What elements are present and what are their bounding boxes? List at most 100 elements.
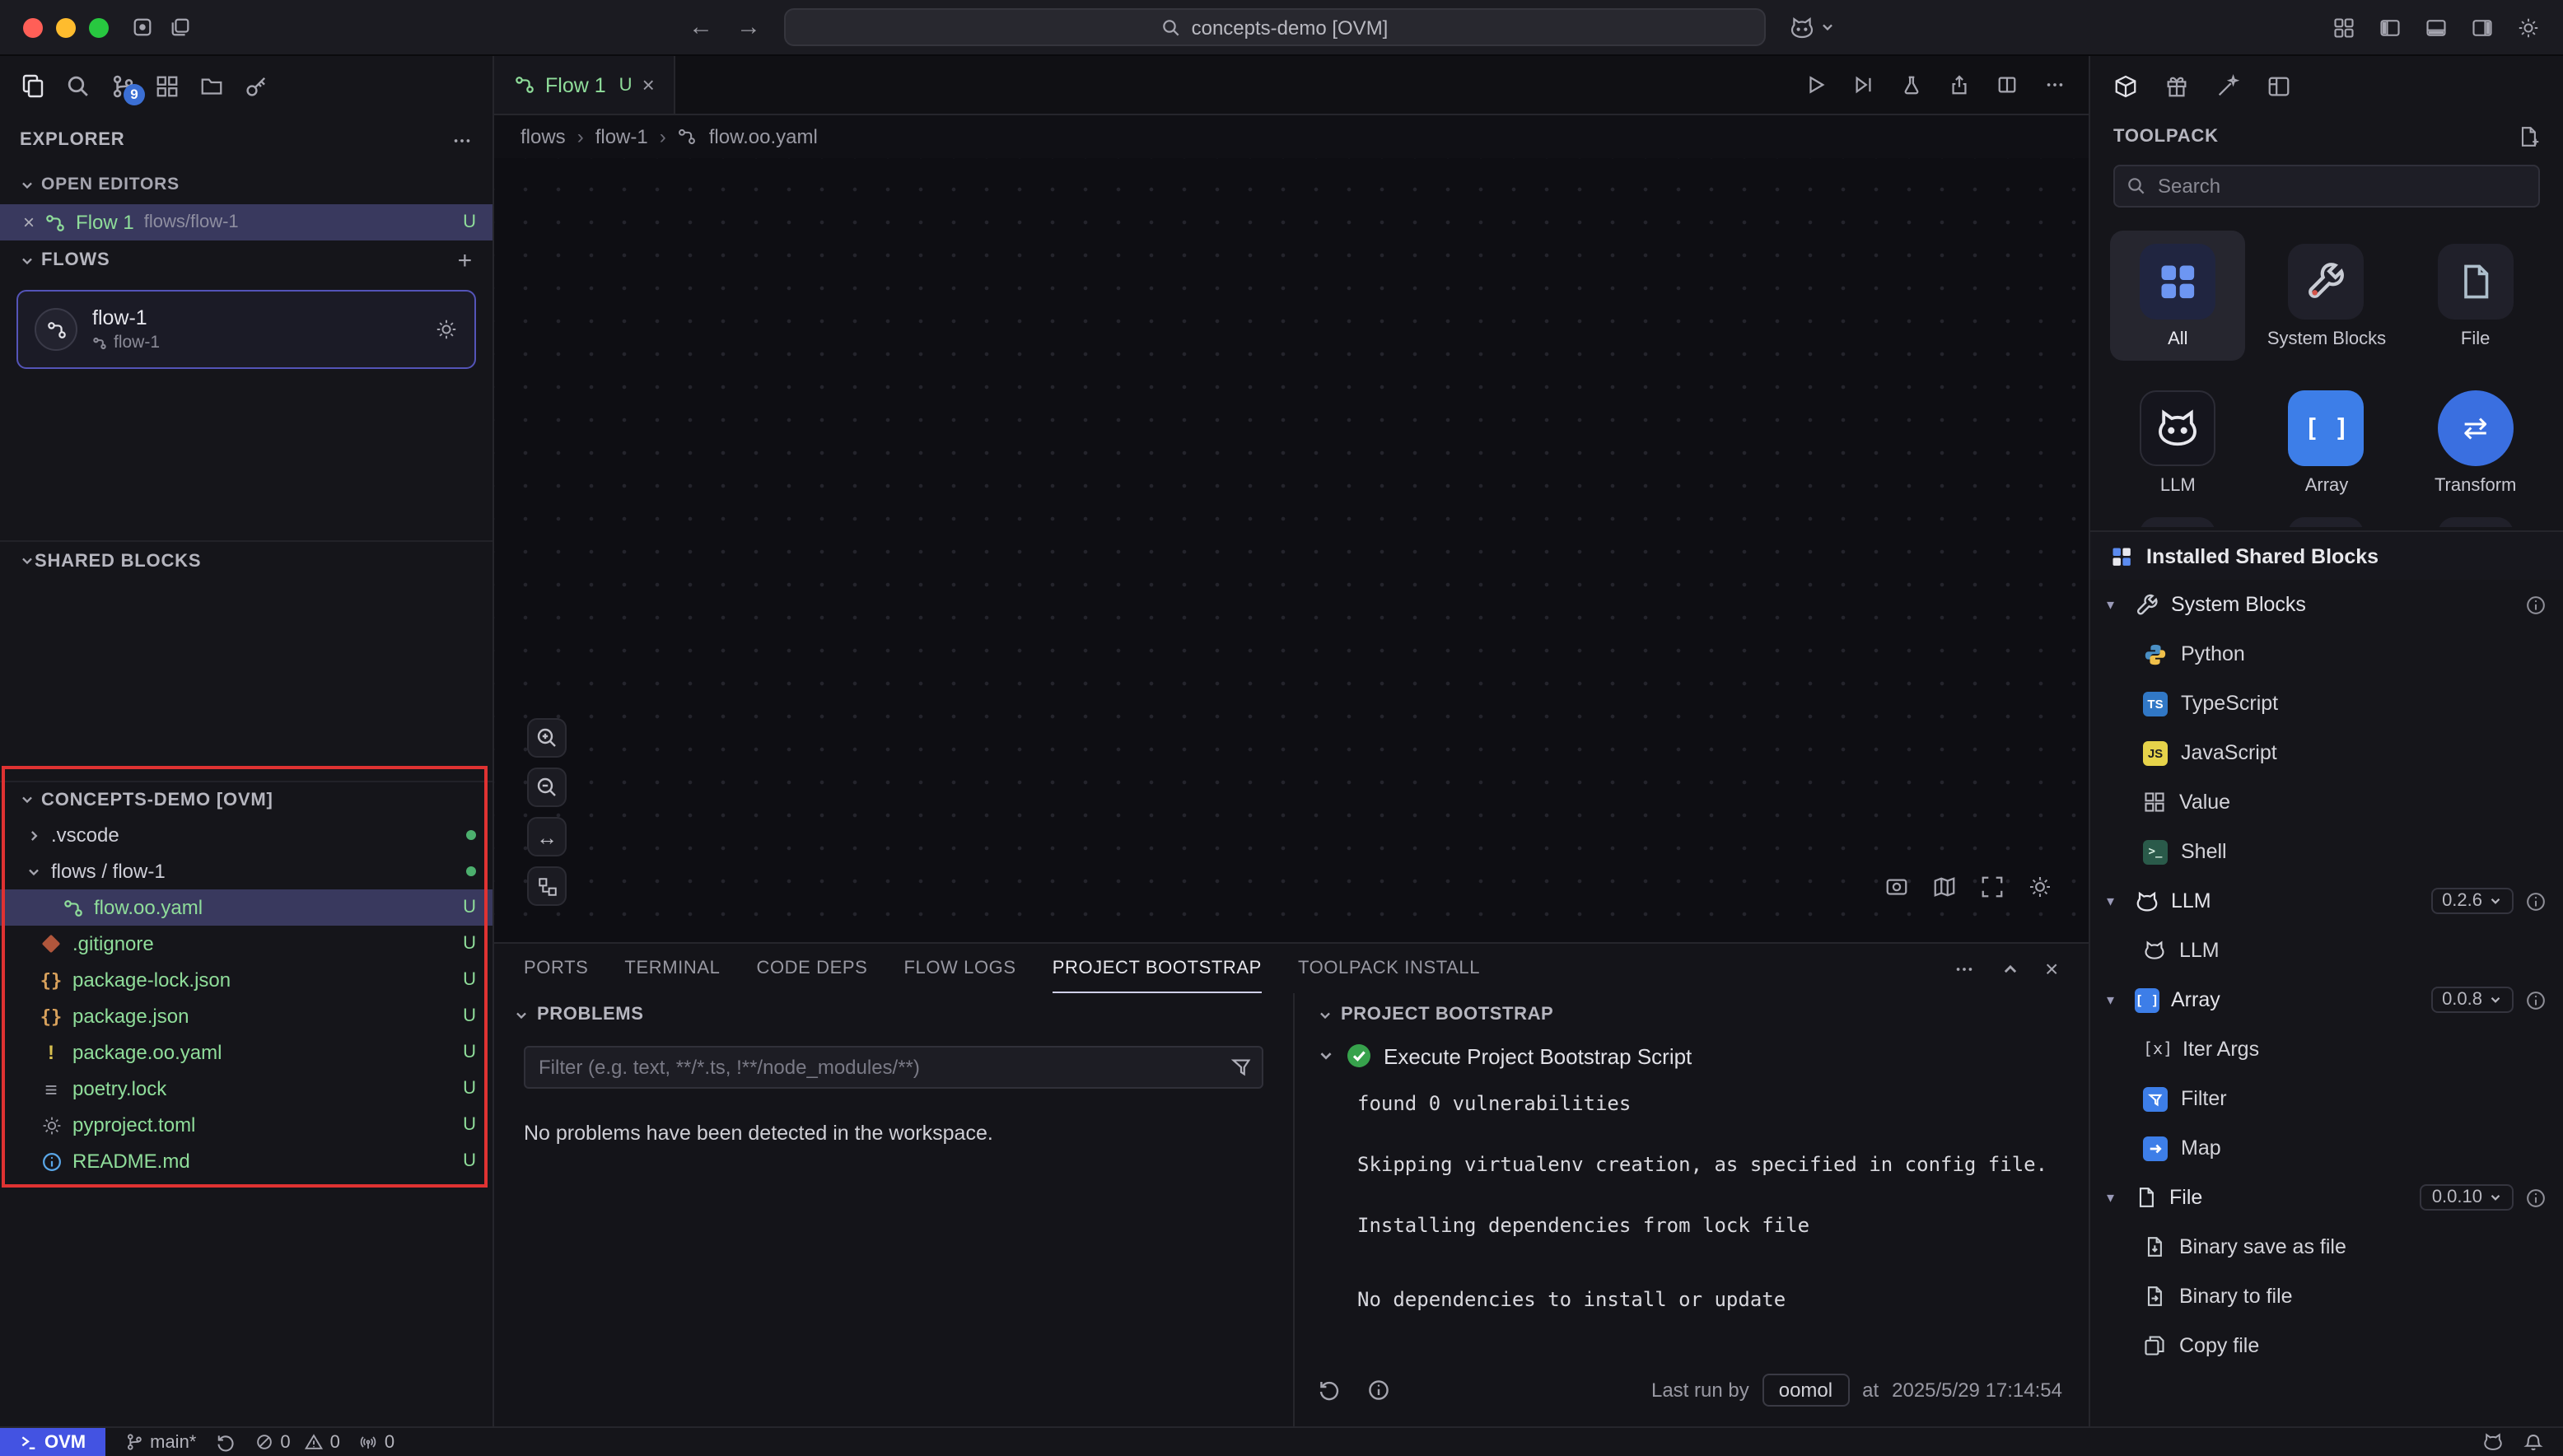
grid-layout-icon[interactable] [2332,16,2355,39]
more-actions-icon[interactable] [2044,74,2066,96]
block-item-value[interactable]: Value [2090,777,2563,827]
block-item-iter-args[interactable]: [x] Iter Args [2090,1024,2563,1074]
fit-width-button[interactable]: ↔ [527,817,567,856]
package-cube-icon[interactable] [2113,73,2138,98]
canvas-settings-gear-icon[interactable] [2028,875,2052,899]
ovm-indicator[interactable]: OVM [0,1428,105,1456]
close-icon[interactable]: × [23,211,35,234]
category-tile-system-blocks[interactable]: System Blocks [2259,231,2395,361]
settings-gear-icon[interactable] [2517,16,2540,39]
toggle-sidebar-left-icon[interactable] [2379,16,2402,39]
panel-tab-toolpack-install[interactable]: TOOLPACK INSTALL [1298,944,1480,993]
forward-button[interactable]: → [736,15,761,40]
folder-icon[interactable] [199,73,224,98]
flow-card[interactable]: flow-1 flow-1 [16,290,476,369]
info-icon[interactable] [2525,594,2547,615]
shared-blocks-header[interactable]: SHARED BLOCKS [0,540,493,580]
zoom-in-button[interactable] [527,718,567,758]
info-icon[interactable] [2525,890,2547,912]
split-editor-button[interactable] [1996,74,2018,96]
file-row[interactable]: {} package-lock.json U [0,962,493,998]
panel-tab-ports[interactable]: PORTS [524,944,588,993]
flow-settings-gear-icon[interactable] [435,318,458,341]
zoom-out-button[interactable] [527,768,567,807]
category-tile-all[interactable]: All [2110,231,2246,361]
back-button[interactable]: ← [689,15,713,40]
breadcrumb-flows[interactable]: flows [521,125,566,148]
assistant-menu[interactable] [1789,14,1835,40]
file-row[interactable]: pyproject.toml U [0,1107,493,1143]
info-icon[interactable] [1367,1379,1390,1402]
close-tab-icon[interactable]: × [642,72,655,97]
block-item-shell[interactable]: >_ Shell [2090,827,2563,876]
problems-header[interactable]: PROBLEMS [494,993,1293,1036]
tab-flow-1[interactable]: Flow 1 U × [494,56,676,114]
breadcrumb-file[interactable]: flow.oo.yaml [709,125,818,148]
flow-canvas[interactable]: ↔ [494,158,2089,942]
tabs-overview-icon[interactable] [170,16,191,38]
toolpack-search-input[interactable] [2113,165,2540,208]
panel-close-icon[interactable]: × [2045,955,2059,982]
problems-filter-input[interactable] [524,1046,1263,1089]
file-row[interactable]: ≡ poetry.lock U [0,1071,493,1107]
file-row[interactable]: README.md U [0,1143,493,1179]
category-tile-array[interactable]: [ ] Array [2259,377,2395,507]
project-bootstrap-header[interactable]: PROJECT BOOTSTRAP [1295,993,2089,1036]
block-item-llm[interactable]: LLM [2090,926,2563,975]
magic-wand-icon[interactable] [2215,73,2240,98]
block-item-map[interactable]: Map [2090,1123,2563,1173]
breadcrumb-flow-1[interactable]: flow-1 [595,125,648,148]
last-run-user[interactable]: oomol [1762,1374,1849,1407]
open-editors-header[interactable]: OPEN EDITORS [0,165,493,204]
folder-row[interactable]: .vscode [0,817,493,853]
run-to-end-button[interactable] [1853,74,1874,96]
git-branch-status[interactable]: main* [125,1432,196,1452]
group-row-file[interactable]: ▾ File 0.0.10 [2090,1173,2563,1222]
block-item-javascript[interactable]: JS JavaScript [2090,728,2563,777]
block-item-binary-save-as-file[interactable]: Binary save as file [2090,1222,2563,1272]
export-button[interactable] [1949,74,1970,96]
blocks-icon[interactable] [155,73,180,98]
window-title-search[interactable]: concepts-demo [OVM] [784,8,1766,46]
version-dropdown[interactable]: 0.0.8 [2430,987,2514,1013]
block-item-python[interactable]: Python [2090,629,2563,679]
category-tile-llm[interactable]: LLM [2110,377,2246,507]
file-row[interactable]: {} package.json U [0,998,493,1034]
bootstrap-step-row[interactable]: Execute Project Bootstrap Script [1295,1036,2089,1069]
close-window-button[interactable] [23,17,43,37]
problems-status[interactable]: 0 0 [255,1432,340,1452]
block-item-typescript[interactable]: TS TypeScript [2090,679,2563,728]
explorer-icon[interactable] [20,72,46,99]
block-item-filter[interactable]: Filter [2090,1074,2563,1123]
ports-status[interactable]: 0 [360,1432,394,1452]
panel-tab-project-bootstrap[interactable]: PROJECT BOOTSTRAP [1053,944,1262,993]
minimize-window-button[interactable] [56,17,76,37]
screenshot-icon[interactable] [1884,875,1909,899]
rerun-icon[interactable] [1318,1379,1341,1402]
run-flow-button[interactable] [1805,74,1827,96]
info-icon[interactable] [2525,989,2547,1010]
info-icon[interactable] [2525,1187,2547,1208]
toggle-panel-bottom-icon[interactable] [2425,16,2448,39]
sync-icon[interactable] [216,1432,236,1452]
category-tile-transform[interactable]: ⇄ Transform [2407,377,2543,507]
group-row-array[interactable]: ▾ [ ] Array 0.0.8 [2090,975,2563,1024]
auto-layout-button[interactable] [527,866,567,906]
group-row-system-blocks[interactable]: ▾ System Blocks [2090,580,2563,629]
panel-tab-terminal[interactable]: TERMINAL [624,944,720,993]
notifications-bell-icon[interactable] [2523,1432,2543,1452]
add-flow-button[interactable]: + [458,246,473,274]
panel-maximize-chevron-icon[interactable] [2000,955,2019,982]
workspace-icon[interactable] [132,16,153,38]
group-row-llm[interactable]: ▾ LLM 0.2.6 [2090,876,2563,926]
panel-tab-code-deps[interactable]: CODE DEPS [756,944,867,993]
version-dropdown[interactable]: 0.0.10 [2421,1184,2514,1211]
file-row[interactable]: flow.oo.yaml U [0,889,493,926]
block-item-copy-file[interactable]: Copy file [2090,1321,2563,1370]
explorer-more-icon[interactable] [451,129,473,151]
project-section-header[interactable]: CONCEPTS-DEMO [OVM] [0,781,493,817]
folder-row[interactable]: flows / flow-1 [0,853,493,889]
category-tile-file[interactable]: File [2407,231,2543,361]
block-item-binary-to-file[interactable]: Binary to file [2090,1272,2563,1321]
file-row[interactable]: ! package.oo.yaml U [0,1034,493,1071]
